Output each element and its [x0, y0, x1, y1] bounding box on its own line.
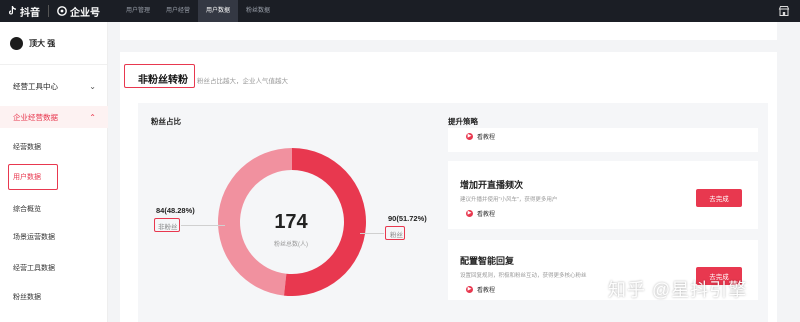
top-nav: 用户管理 用户经营 用户数据 粉丝数据	[118, 0, 278, 22]
play-icon: ▶	[466, 286, 473, 293]
enterprise-label: 企业号	[70, 7, 100, 19]
shop-icon[interactable]	[778, 5, 790, 17]
tutorial-link[interactable]: ▶ 看教程	[466, 209, 495, 218]
strategy-card-desc: 设置回复规则，积极和粉丝互动，获得更多核心粉丝	[460, 273, 587, 279]
enterprise-icon	[57, 6, 67, 16]
strategy-card-title: 增加开直播频次	[460, 180, 524, 190]
strategy-title: 提升策略	[448, 117, 478, 126]
chart-label-fans-value: 90(51.72%)	[388, 214, 427, 223]
highlight-box-title	[124, 64, 195, 88]
enterprise-logo: 企业号	[57, 4, 100, 19]
douyin-logo: 抖音	[8, 4, 40, 19]
strategy-card-title: 配置智能回复	[460, 256, 515, 266]
sidebar-divider	[0, 64, 107, 65]
top-card	[120, 22, 777, 40]
username: 顶大 强	[29, 39, 56, 48]
highlight-box-fans	[385, 226, 405, 240]
top-bar: 抖音 企业号 用户管理 用户经营 用户数据 粉丝数据	[0, 0, 800, 22]
nav-fans-data[interactable]: 粉丝数据	[238, 0, 278, 22]
chart-leader-line-non-fans	[181, 225, 225, 226]
highlight-box-user-data	[8, 164, 58, 190]
sidebar-item-fans-data[interactable]: 粉丝数据	[0, 286, 108, 308]
chart-center-value: 174	[274, 211, 308, 233]
sidebar-item-operation-data[interactable]: 经营数据	[0, 136, 108, 158]
strategy-card-1: ▶ 看教程	[448, 128, 758, 152]
douyin-label: 抖音	[20, 7, 40, 19]
chart-center-label: 粉丝总数(人)	[274, 242, 308, 248]
douyin-icon	[9, 6, 16, 15]
play-icon: ▶	[466, 133, 473, 140]
tutorial-label: 看教程	[477, 212, 496, 218]
fans-ratio-title: 粉丝占比	[151, 117, 181, 126]
nav-user-management[interactable]: 用户管理	[118, 0, 158, 22]
sidebar-item-scene-data[interactable]: 场景运营数据	[0, 226, 108, 248]
tutorial-label: 看教程	[477, 135, 496, 141]
watermark: 知乎 @星抖引擎	[608, 280, 748, 300]
nav-user-operation[interactable]: 用户经营	[158, 0, 198, 22]
chart-label-non-fans-value: 84(48.28%)	[156, 206, 195, 215]
play-icon: ▶	[466, 210, 473, 217]
tutorial-link[interactable]: ▶ 看教程	[466, 132, 495, 141]
sidebar-group-tools-center[interactable]: 经营工具中心 ⌄	[0, 75, 108, 97]
avatar	[10, 37, 23, 50]
strategy-card-desc: 建议升播并使用"小风车"，获得更多用户	[460, 197, 558, 203]
sidebar-group-label: 企业经营数据	[13, 112, 58, 122]
sidebar-group-enterprise-data[interactable]: 企业经营数据 ⌃	[0, 106, 108, 128]
section-subtitle: 粉丝占比越大，企业人气值越大	[197, 78, 288, 85]
chevron-down-icon: ⌄	[89, 81, 96, 91]
sidebar-group-label: 经营工具中心	[13, 81, 58, 91]
highlight-box-non-fans	[154, 218, 180, 232]
brand[interactable]: 抖音 企业号	[0, 0, 100, 22]
sidebar-item-tool-data[interactable]: 经营工具数据	[0, 257, 108, 279]
tutorial-link[interactable]: ▶ 看教程	[466, 285, 495, 294]
chart-leader-line-fans	[360, 233, 384, 234]
user-profile[interactable]: 顶大 强	[0, 22, 107, 54]
chevron-up-icon: ⌃	[89, 112, 96, 122]
complete-button[interactable]: 去完成	[696, 189, 742, 207]
sidebar-item-overview[interactable]: 综合概览	[0, 198, 108, 220]
nav-user-data[interactable]: 用户数据	[198, 0, 239, 22]
tutorial-label: 看教程	[477, 288, 496, 294]
brand-divider	[48, 5, 49, 17]
strategy-card-2: 增加开直播频次 建议升播并使用"小风车"，获得更多用户 ▶ 看教程 去完成	[448, 161, 758, 229]
